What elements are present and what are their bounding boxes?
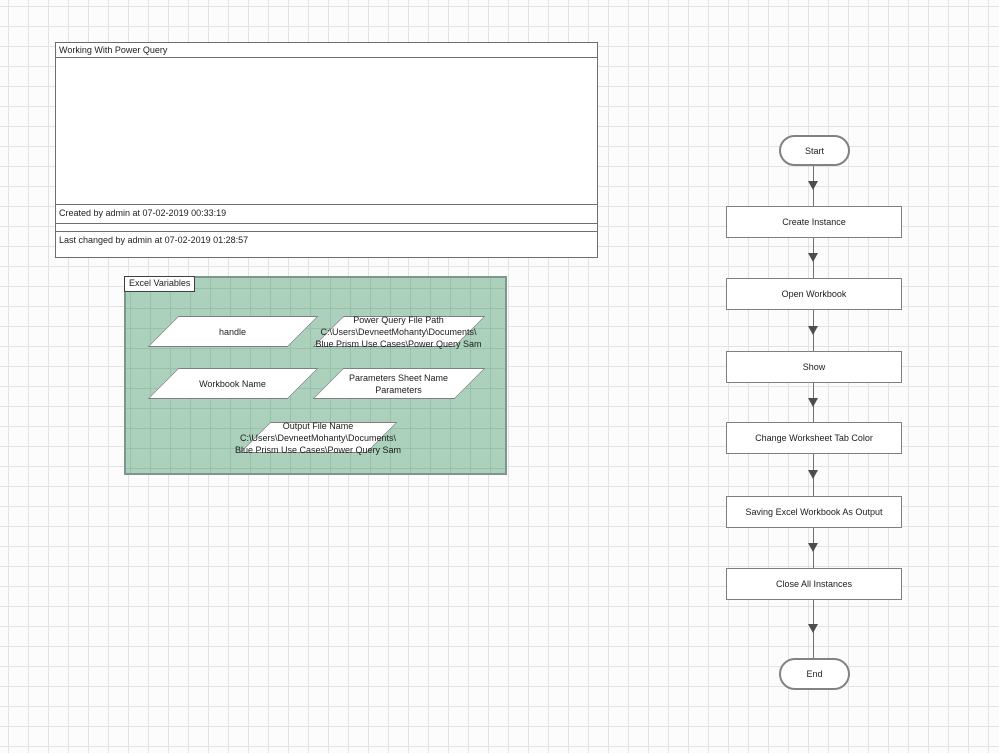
link-open-workbook-show[interactable] <box>808 310 818 351</box>
link-start-create-instance[interactable] <box>808 166 818 206</box>
action-show[interactable]: Show <box>726 351 902 383</box>
action-close-all-instances[interactable]: Close All Instances <box>726 568 902 600</box>
arrowhead-icon <box>808 624 818 633</box>
arrowhead-icon <box>808 181 818 190</box>
action-open-workbook[interactable]: Open Workbook <box>726 278 902 310</box>
note-description <box>56 58 597 204</box>
link-change-tab-color-saving[interactable] <box>808 454 818 496</box>
note-last-changed: Last changed by admin at 07-02-2019 01:2… <box>56 231 597 257</box>
action-change-worksheet-tab-color[interactable]: Change Worksheet Tab Color <box>726 422 902 454</box>
data-item-label: Parameters Sheet Name Parameters <box>348 372 449 395</box>
node-label: Show <box>802 362 826 372</box>
data-item-power-query-file-path[interactable]: Power Query File Path C:\Users\DevneetMo… <box>312 315 485 349</box>
note-title: Working With Power Query <box>56 43 597 58</box>
data-item-handle[interactable]: handle <box>147 316 318 347</box>
data-item-label: Workbook Name <box>199 378 266 389</box>
end-node[interactable]: End <box>779 658 850 690</box>
arrowhead-icon <box>808 543 818 552</box>
link-show-change-tab-color[interactable] <box>808 383 818 422</box>
node-label: Open Workbook <box>781 289 847 299</box>
node-label: Start <box>804 145 824 156</box>
start-node[interactable]: Start <box>779 135 850 166</box>
data-item-parameters-sheet-name[interactable]: Parameters Sheet Name Parameters <box>312 368 485 399</box>
arrowhead-icon <box>808 253 818 262</box>
node-label: Create Instance <box>782 217 846 227</box>
data-item-label: Power Query File Path C:\Users\DevneetMo… <box>315 314 482 349</box>
action-saving-excel-workbook-as-output[interactable]: Saving Excel Workbook As Output <box>726 496 902 528</box>
link-close-all-end[interactable] <box>808 600 818 658</box>
arrowhead-icon <box>808 470 818 479</box>
arrowhead-icon <box>808 397 818 407</box>
data-item-output-file-name[interactable]: Output File Name C:\Users\DevneetMohanty… <box>235 421 401 455</box>
excel-variables-group-label: Excel Variables <box>124 276 196 292</box>
process-canvas: { "process_info": { "title": "Working Wi… <box>0 0 999 753</box>
node-label: Change Worksheet Tab Color <box>755 433 873 443</box>
process-note-box[interactable]: Working With Power Query Created by admi… <box>55 42 598 258</box>
link-create-instance-open-workbook[interactable] <box>808 238 818 278</box>
link-saving-close-all[interactable] <box>808 528 818 568</box>
node-label: Close All Instances <box>775 579 853 589</box>
arrowhead-icon <box>808 325 818 335</box>
note-created-by: Created by admin at 07-02-2019 00:33:19 <box>56 204 597 224</box>
data-item-workbook-name[interactable]: Workbook Name <box>147 368 318 399</box>
node-label: Saving Excel Workbook As Output <box>745 507 883 517</box>
action-create-instance[interactable]: Create Instance <box>726 206 902 238</box>
note-divider <box>56 224 597 231</box>
data-item-label: Output File Name C:\Users\DevneetMohanty… <box>234 420 402 455</box>
node-label: End <box>806 669 823 679</box>
data-item-label: handle <box>218 326 247 337</box>
